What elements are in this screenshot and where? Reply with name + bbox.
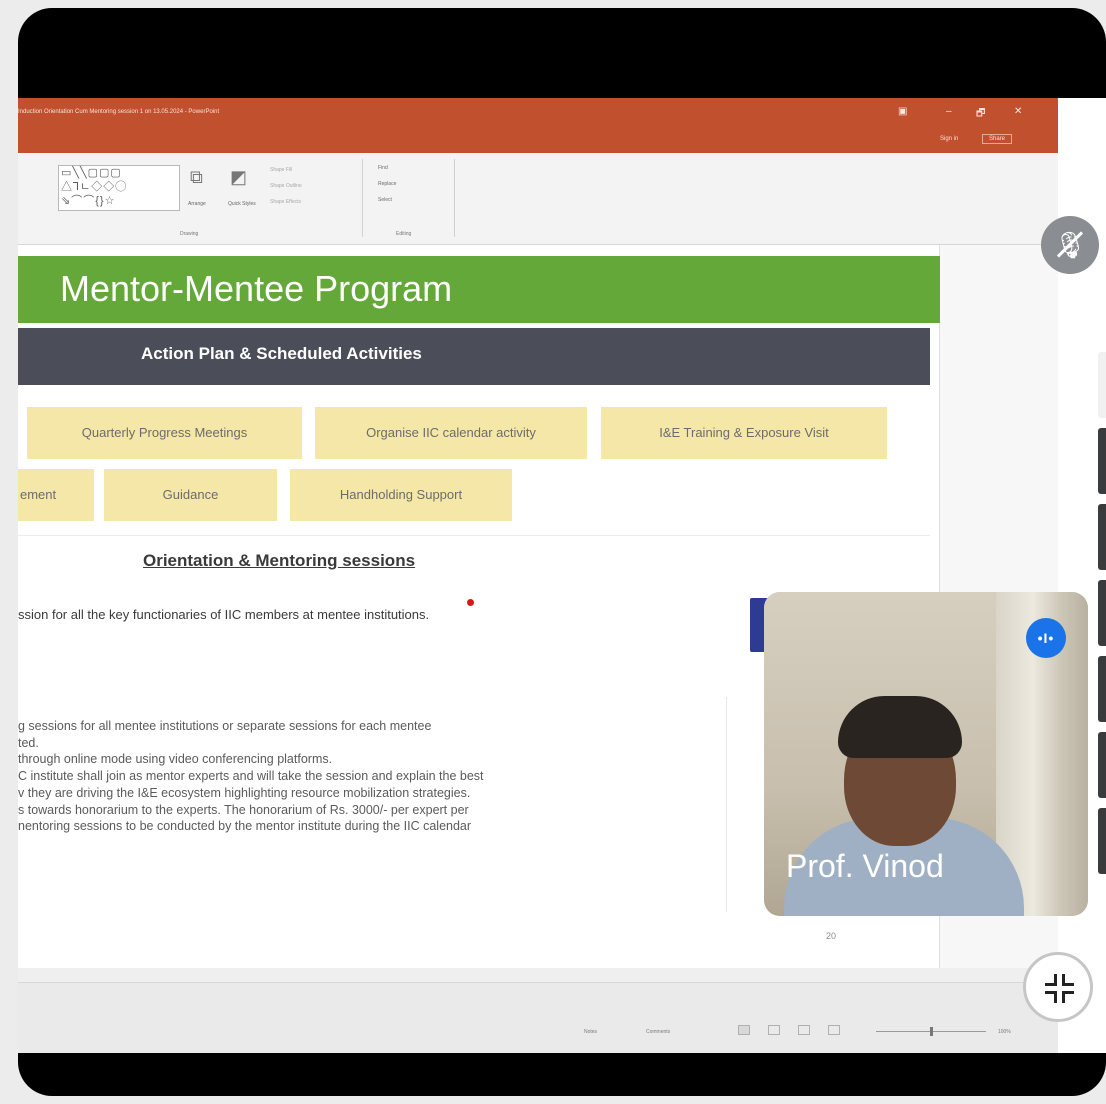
activity-pill: ement (18, 469, 94, 521)
powerpoint-title-bar: Induction Orientation Cum Mentoring sess… (18, 98, 1058, 153)
notes-pane[interactable] (18, 968, 1058, 982)
participant-tile[interactable] (1098, 732, 1106, 798)
slide-sorter-icon[interactable] (768, 1025, 780, 1035)
notes-button[interactable]: Notes (584, 1029, 597, 1035)
collapse-icon[interactable] (1023, 952, 1093, 1022)
paragraph-line: through online mode using video conferen… (18, 752, 333, 767)
participant-tile[interactable] (1098, 580, 1106, 646)
activity-pill: Organise IIC calendar activity (315, 407, 587, 459)
share-button[interactable]: Share (982, 134, 1013, 144)
ribbon-divider (362, 159, 363, 237)
activity-pill: Handholding Support (290, 469, 512, 521)
corner (1045, 974, 1057, 986)
activity-pill: Guidance (104, 469, 277, 521)
participant-tile[interactable] (1098, 504, 1106, 570)
slide-title: Mentor-Mentee Program (60, 268, 453, 309)
divider (18, 535, 930, 536)
comments-button[interactable]: Comments (646, 1029, 670, 1035)
mic-off-icon[interactable]: 🎙 (1041, 216, 1099, 274)
quick-styles-label: Quick Styles (228, 201, 256, 207)
drawing-group-label: Drawing (180, 231, 199, 237)
speaking-indicator-icon: •I• (1026, 618, 1066, 658)
shape-fill-button[interactable]: Shape Fill (270, 167, 292, 173)
maximize-button[interactable]: 🗗 (976, 106, 985, 123)
paragraph-line: nentoring sessions to be conducted by th… (18, 819, 472, 834)
reading-view-icon[interactable] (798, 1025, 810, 1035)
activity-pill: I&E Training & Exposure Visit (601, 407, 887, 459)
meeting-screen-frame: Induction Orientation Cum Mentoring sess… (18, 8, 1106, 1096)
corner (1062, 991, 1074, 1003)
title-banner: Mentor-Mentee Program (18, 256, 940, 323)
editing-group-label: Editing (396, 231, 412, 237)
paragraph-line: v they are driving the I&E ecosystem hig… (18, 785, 471, 800)
corner (1045, 991, 1057, 1003)
sign-in-link[interactable]: Sign in (940, 136, 958, 142)
minimize-button[interactable]: – (946, 106, 952, 117)
paragraph-line: s towards honorarium to the experts. The… (18, 802, 469, 817)
participant-video-tile[interactable]: Prof. Vinod •I• (764, 592, 1088, 916)
close-button[interactable]: ✕ (1014, 106, 1022, 117)
ribbon-divider (454, 159, 455, 237)
zoom-level[interactable]: 100% (998, 1029, 1011, 1035)
session-description: ssion for all the key functionaries of I… (18, 607, 430, 622)
section-heading: Orientation & Mentoring sessions (143, 551, 416, 570)
paragraph-line: ted. (18, 735, 39, 750)
arrange-icon[interactable]: ⧉ (190, 167, 203, 188)
page-number: 20 (826, 931, 837, 941)
participant-tile[interactable] (1098, 352, 1106, 418)
participant-tile[interactable] (1098, 656, 1106, 722)
status-bar: Notes Comments 100% (18, 982, 1058, 1053)
paragraph-line: C institute shall join as mentor experts… (18, 769, 484, 784)
shape-outline-button[interactable]: Shape Outline (270, 183, 302, 189)
text-box-border (726, 697, 727, 912)
corner (1062, 974, 1074, 986)
activity-pill: Quarterly Progress Meetings (27, 407, 302, 459)
zoom-slider-handle[interactable] (930, 1027, 933, 1036)
laser-pointer (467, 599, 474, 606)
shape-effects-button[interactable]: Shape Effects (270, 199, 301, 205)
details-paragraph: g sessions for all mentee institutions o… (18, 718, 738, 835)
shapes-gallery[interactable]: ▭╲╲▢▢▢ △⅂ㄴ◇◇◯ ⇘⌒⌒{}☆ (58, 165, 180, 211)
paragraph-line: g sessions for all mentee institutions o… (18, 719, 432, 733)
arrange-label: Arrange (188, 201, 206, 207)
slide-subtitle: Action Plan & Scheduled Activities (141, 344, 422, 363)
subtitle-banner: Action Plan & Scheduled Activities (18, 328, 930, 385)
slideshow-icon[interactable] (828, 1025, 840, 1035)
participant-tile[interactable] (1098, 808, 1106, 874)
find-button[interactable]: Find (378, 165, 388, 171)
quick-styles-icon[interactable]: ◩ (230, 167, 247, 188)
participant-name: Prof. Vinod (786, 848, 944, 884)
participant-tile[interactable] (1098, 428, 1106, 494)
replace-button[interactable]: Replace (378, 181, 396, 187)
window-title: Induction Orientation Cum Mentoring sess… (18, 109, 220, 115)
participant-hair (838, 696, 962, 758)
select-button[interactable]: Select (378, 197, 392, 203)
ribbon-display-button[interactable]: ▣ (898, 106, 907, 117)
ribbon: ▭╲╲▢▢▢ △⅂ㄴ◇◇◯ ⇘⌒⌒{}☆ ⧉ Arrange ◩ Quick Sty… (18, 153, 1058, 245)
normal-view-icon[interactable] (738, 1025, 750, 1035)
